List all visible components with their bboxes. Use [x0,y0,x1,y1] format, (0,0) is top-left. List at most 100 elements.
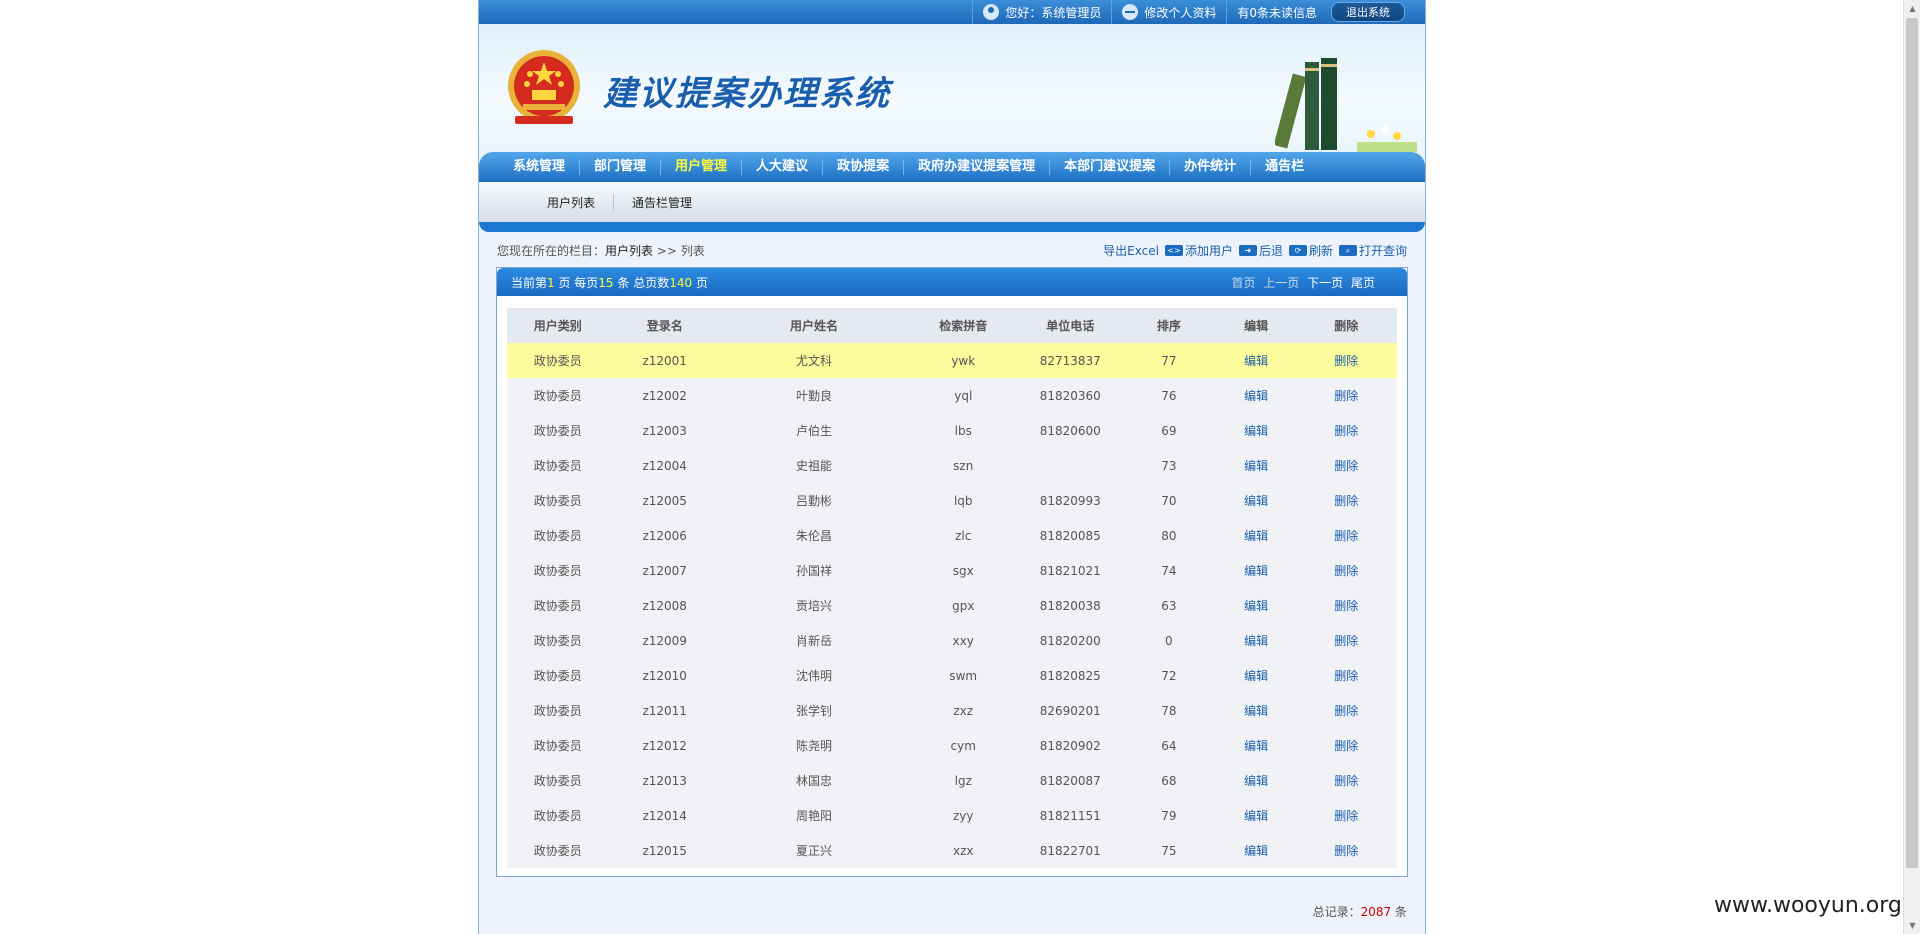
next-page-link[interactable]: 下一页 [1307,276,1343,290]
refresh-button[interactable]: ⟳ 刷新 [1285,242,1333,259]
table-row: 政协委员 z12015 夏正兴 xzx 81822701 75 编辑 删除 [507,833,1397,868]
table-cell: 政协委员 [533,529,582,543]
column-header: 用户类别 [507,308,609,343]
delete-link[interactable]: 删除 [1334,494,1358,508]
table-cell: 政协委员 [533,739,582,753]
delete-link[interactable]: 删除 [1334,809,1358,823]
export-excel-button[interactable]: 导出Excel [1103,242,1159,259]
table-row: 政协委员 z12003 卢伯生 lbs 81820600 69 编辑 删除 [507,413,1397,448]
table-cell: 删除 [1296,798,1397,833]
subnav-user-list[interactable]: 用户列表 [529,193,615,211]
edit-profile-link[interactable]: 修改个人资料 [1144,4,1216,21]
nav-item-3[interactable]: 人大建议 [742,159,824,175]
table-cell: 74 [1161,563,1177,578]
table-cell: 81821021 [1039,563,1101,578]
scroll-thumb[interactable] [1906,18,1918,868]
edit-link[interactable]: 编辑 [1244,739,1268,753]
edit-link[interactable]: 编辑 [1244,774,1268,788]
edit-link[interactable]: 编辑 [1244,599,1268,613]
table-cell: 周艳阳 [795,809,832,823]
table-cell: 贡培兴 [795,599,832,613]
table-cell: 删除 [1296,763,1397,798]
delete-link[interactable]: 删除 [1334,424,1358,438]
messages-area[interactable]: 有0条未读信息 [1226,0,1327,24]
table-cell: z12010 [642,668,687,683]
table-row: 政协委员 z12011 张学钊 zxz 82690201 78 编辑 删除 [507,693,1397,728]
delete-link[interactable]: 删除 [1334,354,1358,368]
table-cell: 删除 [1296,483,1397,518]
last-page-link[interactable]: 尾页 [1351,276,1375,290]
delete-link[interactable]: 删除 [1334,669,1358,683]
delete-link[interactable]: 删除 [1334,389,1358,403]
edit-link[interactable]: 编辑 [1244,529,1268,543]
delete-link[interactable]: 删除 [1334,634,1358,648]
table-cell: 编辑 [1217,413,1296,448]
subnav-notice-management[interactable]: 通告栏管理 [614,194,710,211]
nav-item-6[interactable]: 本部门建议提案 [1050,159,1171,175]
column-header: 用户姓名 [721,308,907,343]
scroll-down-arrow-icon[interactable]: ▼ [1904,917,1920,934]
delete-link[interactable]: 删除 [1334,564,1358,578]
nav-item-0[interactable]: 系统管理 [499,159,581,175]
sub-nav: 用户列表 通告栏管理 [479,182,1425,222]
breadcrumb-page: 列表 [680,243,705,258]
table-cell: 编辑 [1217,518,1296,553]
table-cell: 编辑 [1216,343,1296,378]
breadcrumb-current[interactable]: 用户列表 [605,244,653,258]
delete-link[interactable]: 删除 [1334,739,1358,753]
delete-link[interactable]: 删除 [1334,844,1358,858]
edit-link[interactable]: 编辑 [1244,424,1268,438]
table-cell: 删除 [1296,623,1397,658]
table-cell: 叶勤良 [795,389,832,403]
table-row: 政协委员 z12001 尤文科 ywk 82713837 77 编辑 删除 [507,343,1397,378]
edit-profile-area[interactable]: 修改个人资料 [1111,0,1226,24]
nav-item-5[interactable]: 政府办建议提案管理 [904,159,1051,175]
scroll-up-arrow-icon[interactable]: ▲ [1904,0,1920,17]
edit-link[interactable]: 编辑 [1244,564,1268,578]
delete-link[interactable]: 删除 [1334,599,1358,613]
edit-link[interactable]: 编辑 [1244,459,1268,473]
table-row: 政协委员 z12009 肖新岳 xxy 81820200 0 编辑 删除 [507,623,1397,658]
edit-link[interactable]: 编辑 [1244,634,1268,648]
table-cell: z12006 [642,528,687,543]
nav-item-2[interactable]: 用户管理 [661,159,743,175]
nav-item-8[interactable]: 通告栏 [1251,159,1318,175]
table-cell: z12013 [642,773,687,788]
edit-link[interactable]: 编辑 [1244,389,1268,403]
page-container: 您好：系统管理员 修改个人资料 有0条未读信息 退出系统 建议提案办理系统 系统… [478,0,1426,934]
nav-item-7[interactable]: 办件统计 [1170,159,1252,175]
open-search-button[interactable]: ⌕ 打开查询 [1335,242,1407,259]
column-header: 单位电话 [1019,308,1121,343]
table-cell: 政协委员 [533,599,582,613]
edit-link[interactable]: 编辑 [1244,669,1268,683]
table-cell: 72 [1161,668,1177,683]
back-button[interactable]: ➜ 后退 [1235,242,1283,259]
table-cell: 删除 [1296,413,1397,448]
table-cell: 编辑 [1217,448,1296,483]
column-header: 登录名 [608,308,722,343]
edit-link[interactable]: 编辑 [1244,494,1268,508]
logout-button[interactable]: 退出系统 [1331,2,1405,22]
edit-link[interactable]: 编辑 [1244,844,1268,858]
unread-messages-link[interactable]: 有0条未读信息 [1237,4,1317,21]
add-user-button[interactable]: <> 添加用户 [1161,242,1233,259]
delete-link[interactable]: 删除 [1334,529,1358,543]
first-page-link[interactable]: 首页 [1231,276,1255,290]
table-cell: 82690201 [1039,703,1101,718]
nav-item-4[interactable]: 政协提案 [823,159,905,175]
user-table: 用户类别 登录名 用户姓名 检索拼音 单位电话 排序 编辑 删除 政协委员 z12001 尤文科 y… [507,308,1397,868]
edit-link[interactable]: 编辑 [1244,704,1268,718]
prev-page-link[interactable]: 上一页 [1263,276,1299,290]
table-row: 政协委员 z12007 孙国祥 sgx 81821021 74 编辑 删除 [507,553,1397,588]
table-cell: 编辑 [1217,693,1296,728]
edit-link[interactable]: 编辑 [1244,809,1268,823]
edit-link[interactable]: 编辑 [1244,354,1268,368]
delete-link[interactable]: 删除 [1334,774,1358,788]
vertical-scrollbar[interactable]: ▲ ▼ [1903,0,1920,934]
delete-link[interactable]: 删除 [1334,459,1358,473]
refresh-icon: ⟳ [1288,244,1307,256]
table-cell: 删除 [1296,518,1397,553]
nav-item-1[interactable]: 部门管理 [580,159,662,175]
table-cell: lqb [953,493,973,508]
delete-link[interactable]: 删除 [1334,704,1358,718]
